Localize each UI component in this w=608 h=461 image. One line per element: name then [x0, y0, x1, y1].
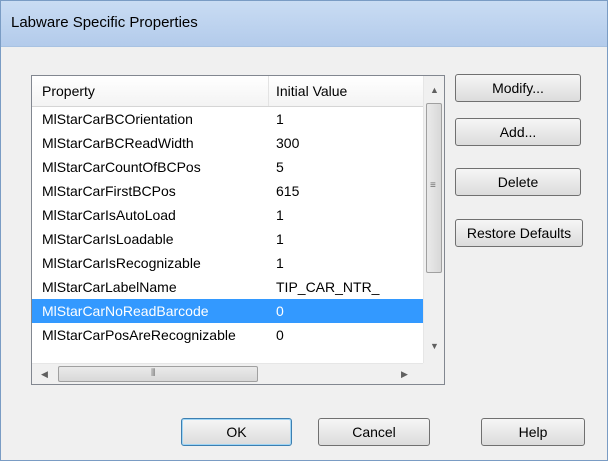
property-name: MlStarCarFirstBCPos	[42, 183, 176, 199]
properties-list[interactable]: Property Initial Value MlStarCarBCOrient…	[31, 75, 445, 385]
horizontal-scroll-thumb[interactable]: ⦀	[58, 366, 258, 382]
delete-button[interactable]: Delete	[455, 168, 581, 196]
property-value: 300	[276, 135, 300, 151]
scroll-down-arrow-icon[interactable]: ▼	[426, 338, 443, 355]
property-name: MlStarCarLabelName	[42, 279, 177, 295]
property-value: 0	[276, 303, 284, 319]
property-name: MlStarCarPosAreRecognizable	[42, 327, 236, 343]
cancel-button[interactable]: Cancel	[318, 418, 430, 446]
scroll-up-arrow-icon[interactable]: ▲	[426, 82, 443, 99]
grip-icon: ⦀	[151, 368, 156, 379]
modify-button[interactable]: Modify...	[455, 74, 581, 102]
property-name: MlStarCarIsRecognizable	[42, 255, 201, 271]
horizontal-scrollbar[interactable]: ◀ ⦀ ▶	[32, 363, 423, 384]
column-header-property[interactable]: Property	[42, 76, 95, 106]
list-item[interactable]: MlStarCarIsLoadable 1	[32, 227, 423, 251]
vertical-scrollbar[interactable]: ▲ ≡ ▼	[423, 76, 444, 363]
property-name: MlStarCarIsLoadable	[42, 231, 174, 247]
title-bar[interactable]: Labware Specific Properties	[1, 1, 607, 47]
list-header: Property Initial Value	[32, 76, 423, 107]
property-name: MlStarCarIsAutoLoad	[42, 207, 176, 223]
property-name: MlStarCarCountOfBCPos	[42, 159, 201, 175]
restore-defaults-button[interactable]: Restore Defaults	[455, 219, 583, 247]
property-value: 1	[276, 207, 284, 223]
property-name: MlStarCarBCReadWidth	[42, 135, 194, 151]
list-item[interactable]: MlStarCarPosAreRecognizable 0	[32, 323, 423, 351]
scroll-right-arrow-icon[interactable]: ▶	[396, 366, 413, 383]
list-item[interactable]: MlStarCarLabelName TIP_CAR_NTR_	[32, 275, 423, 299]
property-value: 1	[276, 231, 284, 247]
property-value: 5	[276, 159, 284, 175]
list-item[interactable]: MlStarCarCountOfBCPos 5	[32, 155, 423, 179]
vertical-scroll-thumb[interactable]: ≡	[426, 103, 442, 273]
labware-properties-dialog: Labware Specific Properties Property Ini…	[0, 0, 608, 461]
property-value: TIP_CAR_NTR_	[276, 279, 380, 295]
list-item[interactable]: MlStarCarIsRecognizable 1	[32, 251, 423, 275]
list-item[interactable]: MlStarCarFirstBCPos 615	[32, 179, 423, 203]
add-button[interactable]: Add...	[455, 118, 581, 146]
property-value: 1	[276, 255, 284, 271]
property-value: 615	[276, 183, 300, 199]
list-item[interactable]: MlStarCarIsAutoLoad 1	[32, 203, 423, 227]
window-title: Labware Specific Properties	[11, 14, 198, 31]
list-item-selected[interactable]: MlStarCarNoReadBarcode 0	[32, 299, 423, 323]
property-name: MlStarCarNoReadBarcode	[42, 303, 209, 319]
property-value: 1	[276, 111, 284, 127]
scroll-left-arrow-icon[interactable]: ◀	[36, 366, 53, 383]
property-value: 0	[276, 327, 284, 343]
property-name: MlStarCarBCOrientation	[42, 111, 193, 127]
column-header-initial-value[interactable]: Initial Value	[276, 76, 347, 106]
help-button[interactable]: Help	[481, 418, 585, 446]
scrollbar-corner	[423, 363, 444, 384]
grip-icon: ≡	[430, 180, 436, 191]
list-item[interactable]: MlStarCarBCOrientation 1	[32, 107, 423, 131]
column-divider[interactable]	[268, 76, 269, 106]
list-item[interactable]: MlStarCarBCReadWidth 300	[32, 131, 423, 155]
ok-button[interactable]: OK	[181, 418, 292, 446]
